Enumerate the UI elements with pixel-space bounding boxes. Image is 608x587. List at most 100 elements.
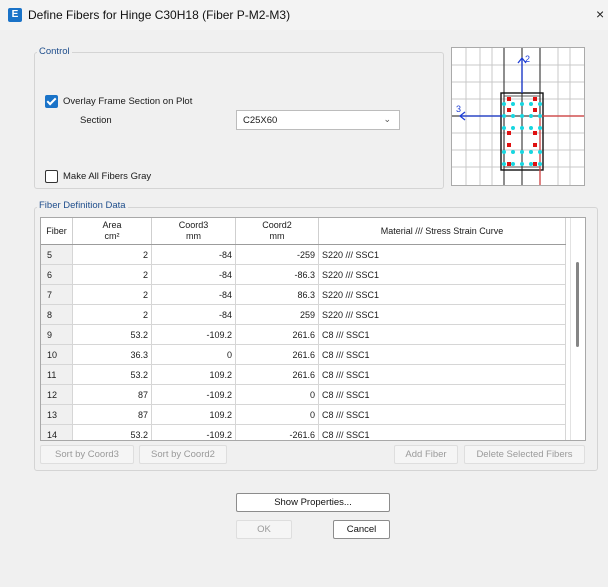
material-cell[interactable]: C8 /// SSC1 <box>318 324 566 345</box>
fiber-id-cell[interactable]: 9 <box>41 324 73 345</box>
section-preview: 2 3 <box>451 47 585 186</box>
material-cell[interactable]: C8 /// SSC1 <box>318 344 566 365</box>
coord3-cell[interactable]: -109.2 <box>151 384 236 405</box>
make-gray-label: Make All Fibers Gray <box>63 171 152 182</box>
material-cell[interactable]: S220 /// SSC1 <box>318 304 566 325</box>
close-button[interactable]: × <box>596 6 604 22</box>
fiber-section-plot: 2 3 <box>452 48 584 185</box>
table-row[interactable]: 10 36.3 0 261.6 C8 /// SSC1 <box>41 344 566 365</box>
material-cell[interactable]: C8 /// SSC1 <box>318 424 566 440</box>
coord3-cell[interactable]: 109.2 <box>151 364 236 385</box>
area-cell[interactable]: 2 <box>72 284 152 305</box>
table-row[interactable]: 5 2 -84 -259 S220 /// SSC1 <box>41 244 566 265</box>
col-area-unit: cm² <box>104 231 120 241</box>
table-row[interactable]: 11 53.2 109.2 261.6 C8 /// SSC1 <box>41 364 566 385</box>
coord2-cell[interactable]: 259 <box>235 304 319 325</box>
col-coord2: Coord2 mm <box>235 218 319 245</box>
add-fiber-button[interactable]: Add Fiber <box>394 445 458 464</box>
col-area: Area cm² <box>72 218 152 245</box>
area-cell[interactable]: 2 <box>72 264 152 285</box>
area-cell[interactable]: 87 <box>72 404 152 425</box>
fiber-id-cell[interactable]: 13 <box>41 404 73 425</box>
coord3-cell[interactable]: -84 <box>151 264 236 285</box>
area-cell[interactable]: 36.3 <box>72 344 152 365</box>
section-value: C25X60 <box>243 115 278 126</box>
section-label: Section <box>80 115 112 126</box>
fiber-id-cell[interactable]: 14 <box>41 424 73 440</box>
material-cell[interactable]: C8 /// SSC1 <box>318 384 566 405</box>
fiber-id-cell[interactable]: 6 <box>41 264 73 285</box>
coord3-cell[interactable]: -109.2 <box>151 324 236 345</box>
coord2-cell[interactable]: 261.6 <box>235 344 319 365</box>
ok-button[interactable]: OK <box>236 520 292 539</box>
material-cell[interactable]: C8 /// SSC1 <box>318 404 566 425</box>
table-row[interactable]: 6 2 -84 -86.3 S220 /// SSC1 <box>41 264 566 285</box>
material-cell[interactable]: S220 /// SSC1 <box>318 264 566 285</box>
table-row[interactable]: 12 87 -109.2 0 C8 /// SSC1 <box>41 384 566 405</box>
sort-coord3-button[interactable]: Sort by Coord3 <box>40 445 134 464</box>
table-row[interactable]: 14 53.2 -109.2 -261.6 C8 /// SSC1 <box>41 424 566 440</box>
coord3-cell[interactable]: -84 <box>151 244 236 265</box>
app-icon: E <box>8 8 22 22</box>
coord3-cell[interactable]: -84 <box>151 284 236 305</box>
table-header-row: Fiber Area cm² Coord3 mm Coord2 mm Material… <box>41 218 566 245</box>
area-cell[interactable]: 53.2 <box>72 324 152 345</box>
window-title: Define Fibers for Hinge C30H18 (Fiber P-… <box>28 8 291 22</box>
material-cell[interactable]: S220 /// SSC1 <box>318 284 566 305</box>
fiber-id-cell[interactable]: 5 <box>41 244 73 265</box>
coord3-cell[interactable]: 0 <box>151 344 236 365</box>
scrollbar-thumb[interactable] <box>576 262 579 347</box>
coord2-cell[interactable]: 261.6 <box>235 364 319 385</box>
coord3-cell[interactable]: 109.2 <box>151 404 236 425</box>
material-cell[interactable]: S220 /// SSC1 <box>318 244 566 265</box>
axis-2-label: 2 <box>525 54 530 64</box>
coord3-cell[interactable]: -84 <box>151 304 236 325</box>
section-dropdown[interactable]: C25X60 ⌄ <box>236 110 400 130</box>
cancel-button[interactable]: Cancel <box>333 520 390 539</box>
title-bar: E Define Fibers for Hinge C30H18 (Fiber … <box>0 0 608 30</box>
col-coord2-unit: mm <box>269 231 285 241</box>
show-properties-button[interactable]: Show Properties... <box>236 493 390 512</box>
make-gray-checkbox[interactable] <box>45 170 58 183</box>
sort-coord2-button[interactable]: Sort by Coord2 <box>139 445 227 464</box>
control-group-label: Control <box>37 46 72 57</box>
area-cell[interactable]: 2 <box>72 244 152 265</box>
table-row[interactable]: 9 53.2 -109.2 261.6 C8 /// SSC1 <box>41 324 566 345</box>
fiber-id-cell[interactable]: 10 <box>41 344 73 365</box>
table-row[interactable]: 8 2 -84 259 S220 /// SSC1 <box>41 304 566 325</box>
fiber-id-cell[interactable]: 12 <box>41 384 73 405</box>
coord2-cell[interactable]: -261.6 <box>235 424 319 440</box>
coord2-cell[interactable]: -86.3 <box>235 264 319 285</box>
col-coord3: Coord3 mm <box>151 218 236 245</box>
col-material: Material /// Stress Strain Curve <box>318 218 566 245</box>
col-coord3-unit: mm <box>186 231 201 241</box>
col-coord2-title: Coord2 <box>262 220 292 230</box>
fiber-table[interactable]: Fiber Area cm² Coord3 mm Coord2 mm Material… <box>40 217 586 441</box>
area-cell[interactable]: 2 <box>72 304 152 325</box>
fiber-id-cell[interactable]: 8 <box>41 304 73 325</box>
area-cell[interactable]: 53.2 <box>72 364 152 385</box>
overlay-frame-checkbox[interactable] <box>45 95 58 108</box>
axis-3-label: 3 <box>456 104 461 114</box>
col-area-title: Area <box>102 220 122 230</box>
table-row[interactable]: 13 87 109.2 0 C8 /// SSC1 <box>41 404 566 425</box>
coord2-cell[interactable]: -259 <box>235 244 319 265</box>
table-scrollbar[interactable] <box>570 218 585 440</box>
delete-selected-fibers-button[interactable]: Delete Selected Fibers <box>464 445 585 464</box>
fiber-data-group-label: Fiber Definition Data <box>37 200 128 211</box>
fiber-id-cell[interactable]: 7 <box>41 284 73 305</box>
table-row[interactable]: 7 2 -84 86.3 S220 /// SSC1 <box>41 284 566 305</box>
overlay-frame-label: Overlay Frame Section on Plot <box>63 96 193 107</box>
coord3-cell[interactable]: -109.2 <box>151 424 236 440</box>
chevron-down-icon: ⌄ <box>383 114 391 124</box>
coord2-cell[interactable]: 261.6 <box>235 324 319 345</box>
coord2-cell[interactable]: 86.3 <box>235 284 319 305</box>
col-coord3-title: Coord3 <box>178 220 209 230</box>
area-cell[interactable]: 87 <box>72 384 152 405</box>
coord2-cell[interactable]: 0 <box>235 404 319 425</box>
col-fiber: Fiber <box>41 218 73 245</box>
coord2-cell[interactable]: 0 <box>235 384 319 405</box>
fiber-id-cell[interactable]: 11 <box>41 364 73 385</box>
material-cell[interactable]: C8 /// SSC1 <box>318 364 566 385</box>
area-cell[interactable]: 53.2 <box>72 424 152 440</box>
